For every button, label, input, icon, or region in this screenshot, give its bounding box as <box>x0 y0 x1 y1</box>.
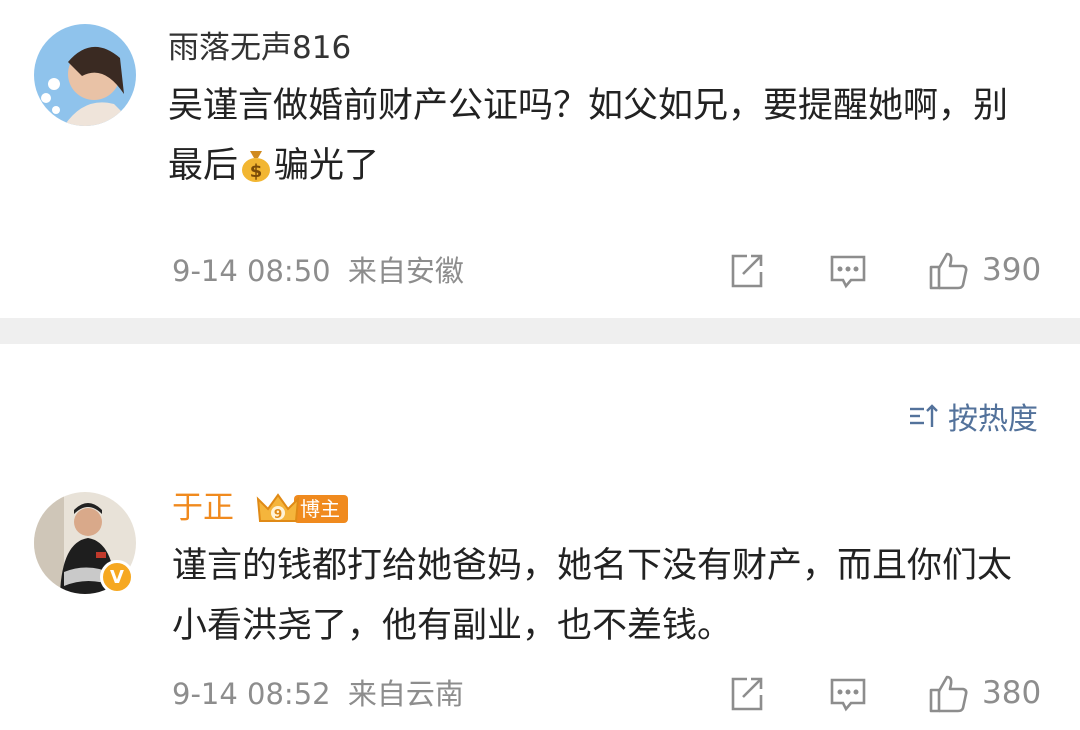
like-button[interactable]: 390 <box>928 249 1041 291</box>
sort-label: 按热度 <box>948 402 1038 437</box>
thumbs-up-icon <box>929 675 968 713</box>
verified-badge: V <box>100 560 134 594</box>
svg-text:$: $ <box>250 161 263 182</box>
comment-text-part2: 骗光了 <box>274 146 380 186</box>
svg-text:9: 9 <box>274 507 282 521</box>
sort-by-hot-button[interactable]: 按热度 <box>908 394 1038 438</box>
crown-icon: 9 <box>256 491 300 527</box>
comment-text: 谨言的钱都打给她爸妈，她名下没有财产，而且你们太小看洪尧了，他有副业，也不差钱。 <box>172 546 1013 646</box>
share-button[interactable] <box>727 675 765 713</box>
comment-text: 吴谨言做婚前财产公证吗？如父如兄，要提醒她啊，别最后 $ 骗光了 <box>168 76 1038 202</box>
share-icon <box>731 677 763 711</box>
comment-location: 来自安徽 <box>347 254 464 288</box>
comment-meta: 9-14 08:50 来自安徽 <box>172 253 464 289</box>
like-button[interactable]: 380 <box>928 672 1041 714</box>
like-count: 390 <box>982 252 1042 288</box>
comment-button[interactable] <box>829 253 867 289</box>
comment-username[interactable]: 于正 <box>172 488 234 528</box>
section-divider <box>0 318 1080 344</box>
blogger-badge: 9 博主 <box>256 491 354 527</box>
thumbs-up-icon <box>929 252 968 290</box>
comment-time: 9-14 08:50 <box>172 254 331 288</box>
comment-icon <box>830 678 866 712</box>
money-bag-icon: $ <box>238 142 274 202</box>
comment-icon <box>830 255 866 289</box>
share-button[interactable] <box>727 252 765 290</box>
sort-icon <box>910 404 938 427</box>
avatar[interactable] <box>34 24 136 126</box>
badge-label: 博主 <box>294 495 348 523</box>
comment-location: 来自云南 <box>347 677 464 711</box>
comment-meta: 9-14 08:52 来自云南 <box>172 676 464 712</box>
like-count: 380 <box>982 675 1042 711</box>
comment-button[interactable] <box>829 676 867 712</box>
comment-username[interactable]: 雨落无声816 <box>168 28 351 68</box>
share-icon <box>731 254 763 288</box>
comment-time: 9-14 08:52 <box>172 677 331 711</box>
